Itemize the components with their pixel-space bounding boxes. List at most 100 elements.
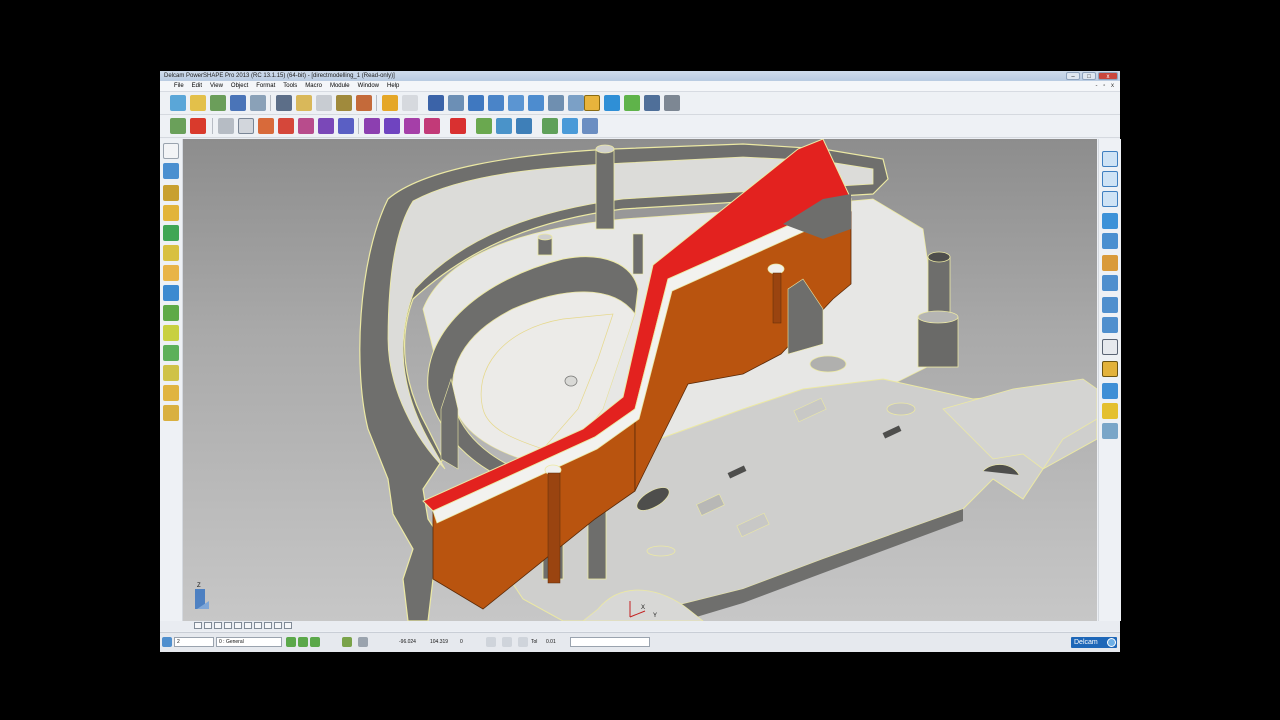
flag-icon[interactable]	[190, 118, 206, 134]
dimension-tool-icon[interactable]	[163, 365, 179, 381]
measure-icon[interactable]	[448, 95, 464, 111]
edit-icon[interactable]	[336, 95, 352, 111]
menu-window[interactable]: Window	[354, 81, 383, 91]
paste-icon[interactable]	[316, 95, 332, 111]
view-tab-8[interactable]	[264, 622, 272, 629]
text-icon[interactable]	[548, 95, 564, 111]
draft-shading-icon[interactable]	[278, 118, 294, 134]
curve-icon[interactable]	[528, 95, 544, 111]
view-camera-icon[interactable]	[1102, 233, 1118, 249]
grid-snap-icon[interactable]	[170, 118, 186, 134]
assembly-icon[interactable]	[644, 95, 660, 111]
line-icon[interactable]	[488, 95, 504, 111]
menu-tools[interactable]: Tools	[279, 81, 301, 91]
workplane-icon[interactable]	[428, 95, 444, 111]
add-icon[interactable]	[450, 118, 466, 134]
solid-icon[interactable]	[604, 95, 620, 111]
clip-icon[interactable]	[338, 118, 354, 134]
menu-module[interactable]: Module	[326, 81, 354, 91]
zoom-icon[interactable]	[1102, 255, 1118, 271]
layers-icon[interactable]	[476, 118, 492, 134]
view-right-icon[interactable]	[1102, 191, 1118, 207]
mesh-icon[interactable]	[624, 95, 640, 111]
copy-icon[interactable]	[296, 95, 312, 111]
print-icon[interactable]	[250, 95, 266, 111]
tolerance-value[interactable]: 0.01	[546, 633, 556, 652]
maximize-button[interactable]: □	[1082, 72, 1096, 80]
groups-2-icon[interactable]	[562, 118, 578, 134]
mesh-tool-icon[interactable]	[163, 405, 179, 421]
view-tab-10[interactable]	[284, 622, 292, 629]
save-icon[interactable]	[230, 95, 246, 111]
layer-lock-icon[interactable]	[298, 637, 308, 647]
render-4-icon[interactable]	[424, 118, 440, 134]
render-3-icon[interactable]	[404, 118, 420, 134]
fillet-tool-icon[interactable]	[163, 325, 179, 341]
zoom-fit-icon[interactable]	[1102, 297, 1118, 313]
axis-icon[interactable]	[468, 95, 484, 111]
mdi-controls[interactable]: - ▫ x	[1096, 81, 1116, 91]
menu-format[interactable]: Format	[252, 81, 279, 91]
wizard-icon[interactable]	[664, 95, 680, 111]
colour-icon[interactable]	[342, 637, 352, 647]
symbol-tool-icon[interactable]	[163, 345, 179, 361]
delete-icon[interactable]	[356, 95, 372, 111]
menu-object[interactable]: Object	[227, 81, 252, 91]
groups-3-icon[interactable]	[582, 118, 598, 134]
circle-icon[interactable]	[508, 95, 524, 111]
minimize-button[interactable]: –	[1066, 72, 1080, 80]
import-icon[interactable]	[210, 95, 226, 111]
surface-icon[interactable]	[584, 95, 600, 111]
surface-tool-icon[interactable]	[163, 265, 179, 281]
grid-icon[interactable]	[358, 637, 368, 647]
line-tool-icon[interactable]	[163, 205, 179, 221]
render-icon[interactable]	[364, 118, 380, 134]
render-2-icon[interactable]	[384, 118, 400, 134]
view-tab-6[interactable]	[244, 622, 252, 629]
layer-visible-icon[interactable]	[286, 637, 296, 647]
curvature-icon[interactable]	[298, 118, 314, 134]
view-tab-5[interactable]	[234, 622, 242, 629]
general-edits-icon[interactable]	[163, 163, 179, 179]
curve-tool-icon[interactable]	[163, 245, 179, 261]
mode-icon[interactable]	[518, 637, 528, 647]
view-tab-4[interactable]	[224, 622, 232, 629]
groups-icon[interactable]	[542, 118, 558, 134]
menu-file[interactable]: File	[160, 81, 188, 91]
section-icon[interactable]	[318, 118, 334, 134]
layers-2-icon[interactable]	[496, 118, 512, 134]
shaded-sphere-icon[interactable]	[1102, 361, 1118, 377]
view-tab-9[interactable]	[274, 622, 282, 629]
view-tab-1[interactable]	[194, 622, 202, 629]
shaded-wire-icon[interactable]	[258, 118, 274, 134]
lighting-icon[interactable]	[1102, 423, 1118, 439]
feature-tool-icon[interactable]	[163, 305, 179, 321]
layer-filter-icon[interactable]	[310, 637, 320, 647]
view-tab-2[interactable]	[204, 622, 212, 629]
menu-macro[interactable]: Macro	[301, 81, 326, 91]
open-model-icon[interactable]	[190, 95, 206, 111]
layers-3-icon[interactable]	[516, 118, 532, 134]
draft-icon[interactable]	[1102, 383, 1118, 399]
select-arrow-icon[interactable]	[163, 143, 179, 159]
command-input[interactable]	[570, 637, 650, 647]
menu-edit[interactable]: Edit	[188, 81, 206, 91]
undo-icon[interactable]	[382, 95, 398, 111]
view-top-icon[interactable]	[1102, 151, 1118, 167]
level-select[interactable]	[174, 637, 214, 647]
solid-tool-icon[interactable]	[163, 285, 179, 301]
arc-tool-icon[interactable]	[163, 225, 179, 241]
electrode-tool-icon[interactable]	[163, 385, 179, 401]
workplane-tool-icon[interactable]	[163, 185, 179, 201]
menu-help[interactable]: Help	[383, 81, 403, 91]
zoom-box-icon[interactable]	[1102, 275, 1118, 291]
new-model-icon[interactable]	[170, 95, 186, 111]
dimension-icon[interactable]	[568, 95, 584, 111]
redo-icon[interactable]	[402, 95, 418, 111]
wireframe-view-icon[interactable]	[218, 118, 234, 134]
units-icon[interactable]	[486, 637, 496, 647]
menu-view[interactable]: View	[206, 81, 227, 91]
view-front-icon[interactable]	[1102, 171, 1118, 187]
view-tab-7[interactable]	[254, 622, 262, 629]
graphics-viewport[interactable]: X Y Z	[183, 139, 1097, 621]
